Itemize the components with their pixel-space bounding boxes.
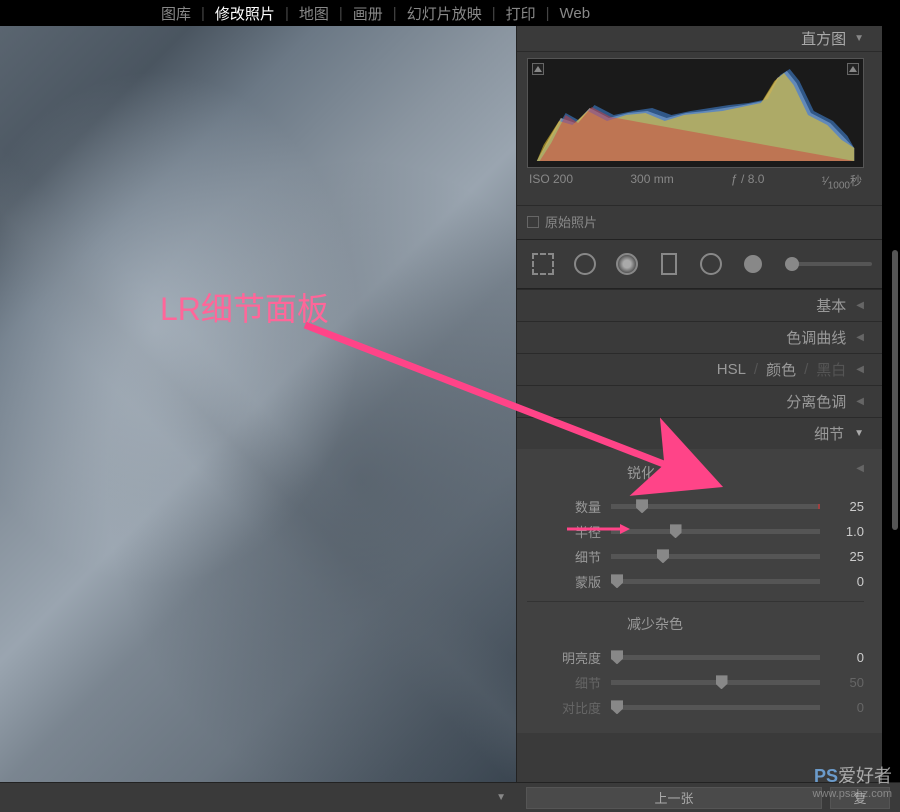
noise-detail-value[interactable]: 50 <box>820 675 864 690</box>
noise-detail-slider-row: 细节 50 <box>527 673 864 692</box>
shadow-clip-indicator[interactable] <box>532 63 544 75</box>
menu-separator: | <box>488 5 500 22</box>
menu-separator: | <box>542 5 554 22</box>
luminance-slider[interactable] <box>611 655 820 660</box>
menu-book[interactable]: 画册 <box>347 3 389 24</box>
masking-slider-row: 蒙版 0 <box>527 572 864 591</box>
tool-strip <box>517 239 882 289</box>
menu-separator: | <box>335 5 347 22</box>
noise-detail-slider[interactable] <box>611 680 820 685</box>
hsl-separator: / <box>804 361 808 378</box>
shutter-value: ¹⁄1000秒 <box>822 172 862 191</box>
hsl-separator: / <box>754 361 758 378</box>
detail-slider[interactable] <box>611 554 820 559</box>
menu-separator: | <box>389 5 401 22</box>
amount-value[interactable]: 25 <box>820 499 864 514</box>
histogram-title: 直方图 <box>801 28 846 49</box>
checkbox-icon <box>527 216 539 228</box>
contrast-value[interactable]: 0 <box>820 700 864 715</box>
original-photo-label: 原始照片 <box>545 212 597 231</box>
noise-section-label: 减少杂色 <box>527 610 864 642</box>
menu-develop[interactable]: 修改照片 <box>209 3 281 24</box>
menu-separator: | <box>281 5 293 22</box>
module-picker: 图库 | 修改照片 | 地图 | 画册 | 幻灯片放映 | 打印 | Web <box>0 0 900 26</box>
noise-reduction-label: 减少杂色 <box>627 616 683 632</box>
contrast-label: 对比度 <box>527 698 611 717</box>
basic-label: 基本 <box>816 295 846 316</box>
histogram-display[interactable] <box>527 58 864 168</box>
panel-scrollbar[interactable] <box>892 250 898 530</box>
noise-detail-label: 细节 <box>527 673 611 692</box>
contrast-slider-row: 对比度 0 <box>527 698 864 717</box>
focal-length: 300 mm <box>630 172 673 191</box>
masking-label: 蒙版 <box>527 572 611 591</box>
bottom-toolbar: ▼ 上一张 复 <box>0 782 900 812</box>
section-collapse-icon[interactable]: ◀ <box>856 463 864 474</box>
histogram-header[interactable]: 直方图 ▼ <box>517 26 882 52</box>
masking-value[interactable]: 0 <box>820 574 864 589</box>
expand-icon: ◀ <box>856 332 864 343</box>
expand-icon: ◀ <box>856 396 864 407</box>
collapse-icon: ▼ <box>854 428 864 439</box>
luminance-label: 明亮度 <box>527 648 611 667</box>
annotation-arrow-icon <box>295 310 745 510</box>
spot-removal-tool[interactable] <box>569 248 601 280</box>
detail-slider-value[interactable]: 25 <box>820 549 864 564</box>
bw-label: 黑白 <box>816 359 846 380</box>
menu-map[interactable]: 地图 <box>293 3 335 24</box>
brush-size-slider[interactable] <box>787 262 872 266</box>
expand-icon: ◀ <box>856 300 864 311</box>
expand-icon: ◀ <box>856 364 864 375</box>
color-label: 颜色 <box>766 359 796 380</box>
redeye-tool[interactable] <box>611 248 643 280</box>
detail-slider-label: 细节 <box>527 547 611 566</box>
filmstrip-toggle-icon[interactable]: ▼ <box>496 792 506 803</box>
masking-slider[interactable] <box>611 579 820 584</box>
menu-print[interactable]: 打印 <box>500 3 542 24</box>
tone-curve-label: 色调曲线 <box>786 327 846 348</box>
menu-slideshow[interactable]: 幻灯片放映 <box>401 3 488 24</box>
previous-button[interactable]: 上一张 <box>526 787 822 809</box>
adjustment-brush-tool[interactable] <box>737 248 769 280</box>
graduated-filter-tool[interactable] <box>653 248 685 280</box>
detail-label: 细节 <box>814 423 844 444</box>
luminance-slider-row: 明亮度 0 <box>527 648 864 667</box>
menu-separator: | <box>197 5 209 22</box>
histogram-panel: ISO 200 300 mm ƒ / 8.0 ¹⁄1000秒 <box>517 52 882 205</box>
split-toning-label: 分离色调 <box>786 391 846 412</box>
detail-slider-row: 细节 25 <box>527 547 864 566</box>
highlight-clip-indicator[interactable] <box>847 63 859 75</box>
filmstrip-toggle-area: ▼ <box>0 783 516 812</box>
histogram-metadata: ISO 200 300 mm ƒ / 8.0 ¹⁄1000秒 <box>527 168 864 199</box>
watermark-text: PS爱好者 <box>813 762 892 788</box>
luminance-value[interactable]: 0 <box>820 650 864 665</box>
watermark-url: www.psahz.com <box>813 788 892 800</box>
radial-filter-tool[interactable] <box>695 248 727 280</box>
small-arrow-icon <box>565 522 635 536</box>
contrast-slider[interactable] <box>611 705 820 710</box>
menu-web[interactable]: Web <box>554 5 597 22</box>
radius-value[interactable]: 1.0 <box>820 524 864 539</box>
crop-tool[interactable] <box>527 248 559 280</box>
aperture-value: ƒ / 8.0 <box>731 172 764 191</box>
original-photo-toggle[interactable]: 原始照片 <box>517 205 882 239</box>
noise-reduction-section: 减少杂色 明亮度 0 细节 50 对比度 0 <box>527 601 864 717</box>
watermark: PS爱好者 www.psahz.com <box>813 762 892 800</box>
histogram-graph <box>532 63 859 163</box>
collapse-icon: ▼ <box>854 33 864 44</box>
menu-library[interactable]: 图库 <box>155 3 197 24</box>
radius-slider[interactable] <box>611 529 820 534</box>
iso-value: ISO 200 <box>529 172 573 191</box>
